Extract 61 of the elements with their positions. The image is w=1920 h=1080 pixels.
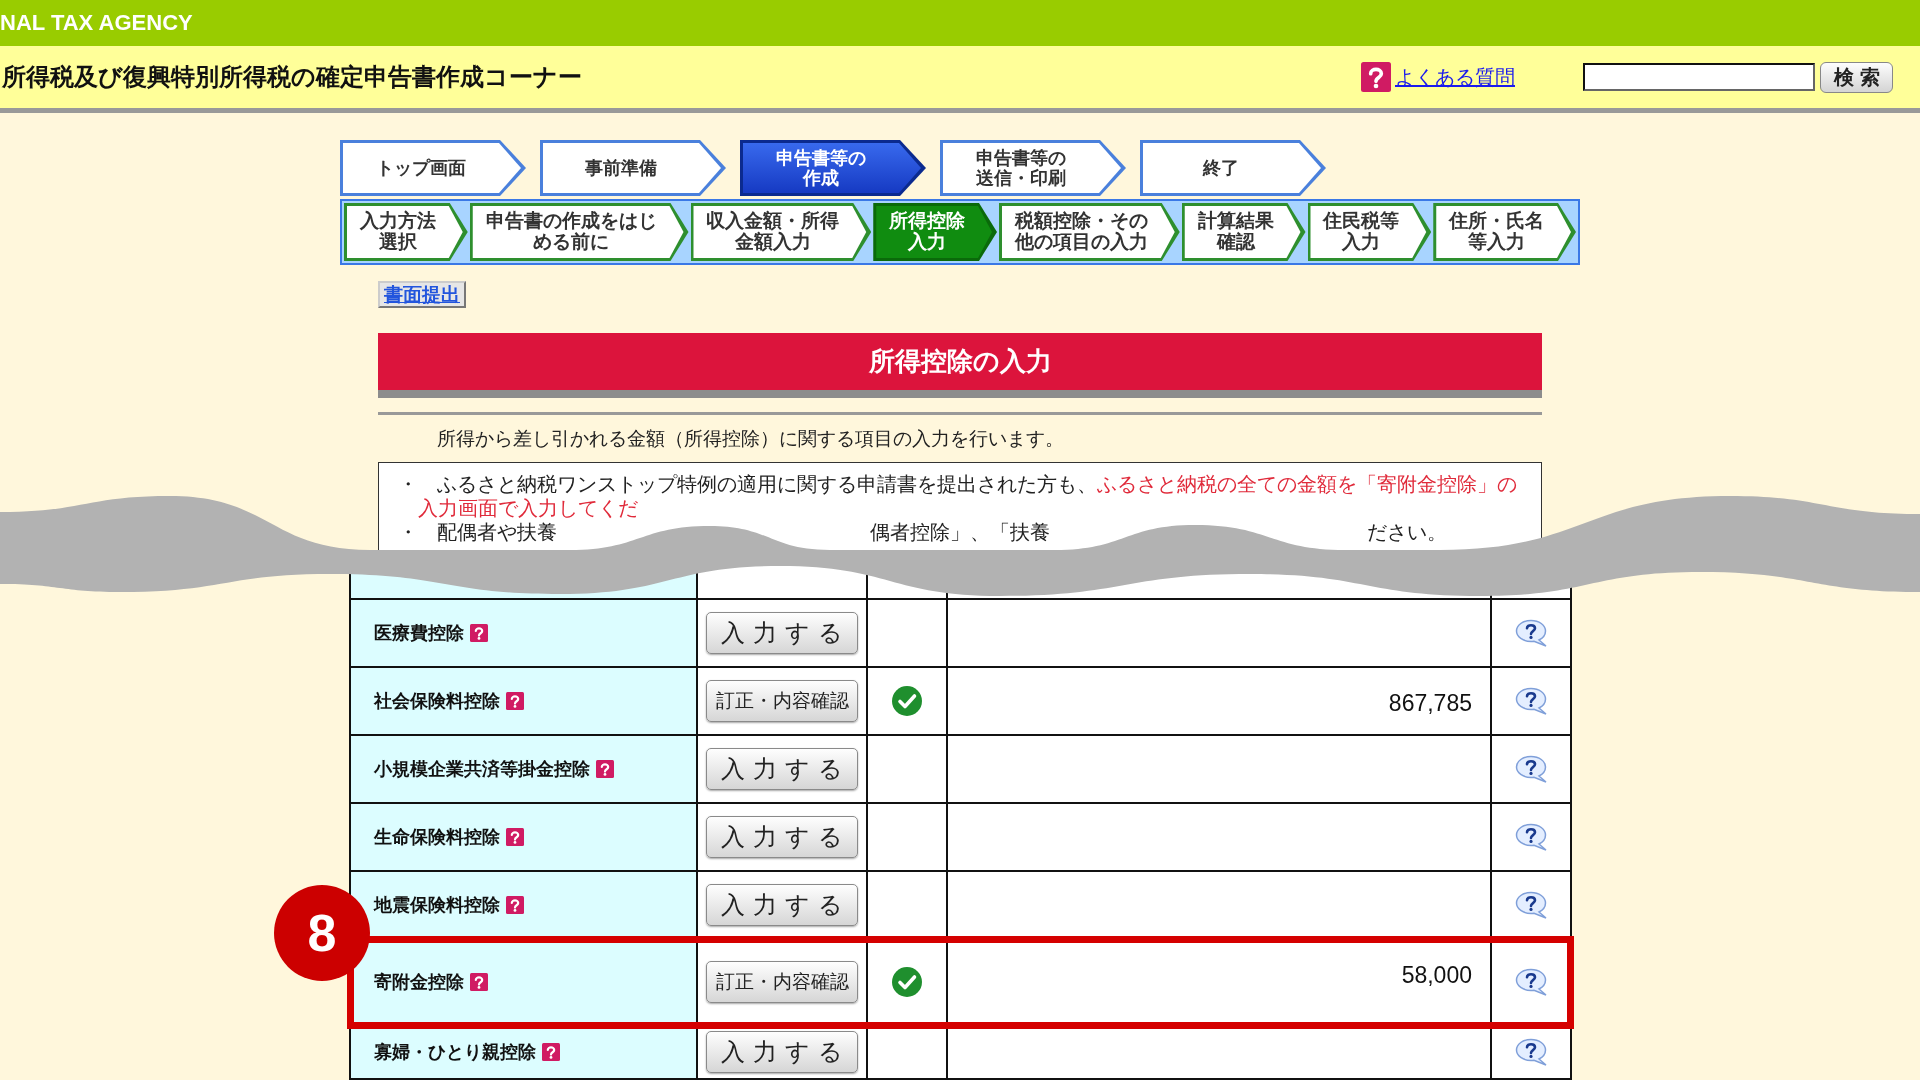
substep-tab[interactable]: 住所・氏名等入力 — [1433, 203, 1576, 261]
help-bubble-icon[interactable] — [1514, 619, 1548, 647]
check-icon — [892, 967, 922, 997]
help-bubble-icon[interactable] — [1514, 968, 1548, 996]
help-icon[interactable] — [596, 760, 614, 778]
deduction-label: 生命保険料控除 — [374, 825, 500, 849]
step-tab[interactable]: トップ画面 — [340, 140, 526, 196]
entry-button[interactable]: 入力する — [706, 1031, 858, 1073]
step-tab[interactable]: 申告書等の作成 — [740, 140, 926, 196]
entry-button[interactable]: 訂正・内容確認 — [706, 680, 858, 722]
help-bubble-icon[interactable] — [1514, 755, 1548, 783]
entry-button[interactable]: 入力する — [706, 612, 858, 654]
entry-button[interactable]: 入力する — [706, 816, 858, 858]
entry-button[interactable]: 訂正・内容確認 — [706, 961, 858, 1003]
notice-text: ださい。 — [1367, 521, 1447, 545]
notice-text: 配偶者や扶養 — [437, 521, 557, 545]
deduction-label: 社会保険料控除 — [374, 689, 500, 713]
entry-button[interactable]: 入力する — [706, 884, 858, 926]
paper-filing-link[interactable]: 書面提出 — [378, 281, 466, 308]
deduction-label: 小規模企業共済等掛金控除 — [374, 757, 590, 781]
agency-name: NAL TAX AGENCY — [0, 10, 193, 36]
page-title: 所得控除の入力 — [378, 333, 1542, 398]
notice-text: ふるさと納税ワンストップ特例の適用に関する申請書を提出された方も、ふるさと納税の全ての金額を「寄附金控除」の入力画面で入力してくだ — [418, 473, 1518, 521]
intro-text: 所得から差し引かれる金額（所得控除）に関する項目の入力を行います。 — [436, 426, 1065, 450]
notice-text: 偶者控除」、「扶養 — [870, 521, 1050, 545]
substep-tab[interactable]: 税額控除・その他の項目の入力 — [999, 203, 1180, 261]
help-icon[interactable] — [506, 896, 524, 914]
substep-tab[interactable]: 収入金額・所得金額入力 — [690, 203, 872, 261]
help-icon[interactable] — [506, 828, 524, 846]
list-bullet: ・ — [398, 521, 418, 545]
step-tab[interactable]: 終了 — [1140, 140, 1326, 196]
help-icon[interactable] — [1361, 62, 1391, 92]
substep-tab[interactable]: 入力方法選択 — [344, 203, 468, 261]
site-title: 所得税及び復興特別所得税の確定申告書作成コーナー — [2, 62, 582, 93]
faq-link[interactable]: よくある質問 — [1395, 63, 1515, 91]
deduction-label: 寄附金控除 — [374, 970, 464, 994]
substep-tab[interactable]: 申告書の作成をはじめる前に — [469, 203, 689, 261]
deduction-label: 地震保険料控除 — [374, 893, 500, 917]
step-tab[interactable]: 申告書等の送信・印刷 — [940, 140, 1126, 196]
deduction-label: 寡婦・ひとり親控除 — [374, 1040, 536, 1064]
help-icon[interactable] — [470, 624, 488, 642]
check-icon — [892, 686, 922, 716]
entry-button[interactable]: 入力する — [706, 748, 858, 790]
step-number-badge: 8 — [274, 885, 370, 981]
substep-tab[interactable]: 住民税等入力 — [1307, 203, 1432, 261]
list-bullet: ・ — [398, 473, 418, 497]
substep-tab[interactable]: 所得控除入力 — [873, 203, 997, 261]
deduction-label: 医療費控除 — [374, 621, 464, 645]
help-bubble-icon[interactable] — [1514, 687, 1548, 715]
amount-value: 58,000 — [1401, 962, 1472, 988]
help-bubble-icon[interactable] — [1514, 823, 1548, 851]
search-button[interactable]: 検索 — [1820, 61, 1893, 93]
help-bubble-icon[interactable] — [1514, 1038, 1548, 1066]
help-icon[interactable] — [470, 973, 488, 991]
help-bubble-icon[interactable] — [1514, 891, 1548, 919]
step-tab[interactable]: 事前準備 — [540, 140, 726, 196]
amount-value: 867,785 — [1388, 690, 1472, 716]
help-icon[interactable] — [542, 1043, 560, 1061]
search-field[interactable] — [1583, 63, 1815, 91]
help-icon[interactable] — [506, 692, 524, 710]
substep-tab[interactable]: 計算結果確認 — [1181, 203, 1306, 261]
